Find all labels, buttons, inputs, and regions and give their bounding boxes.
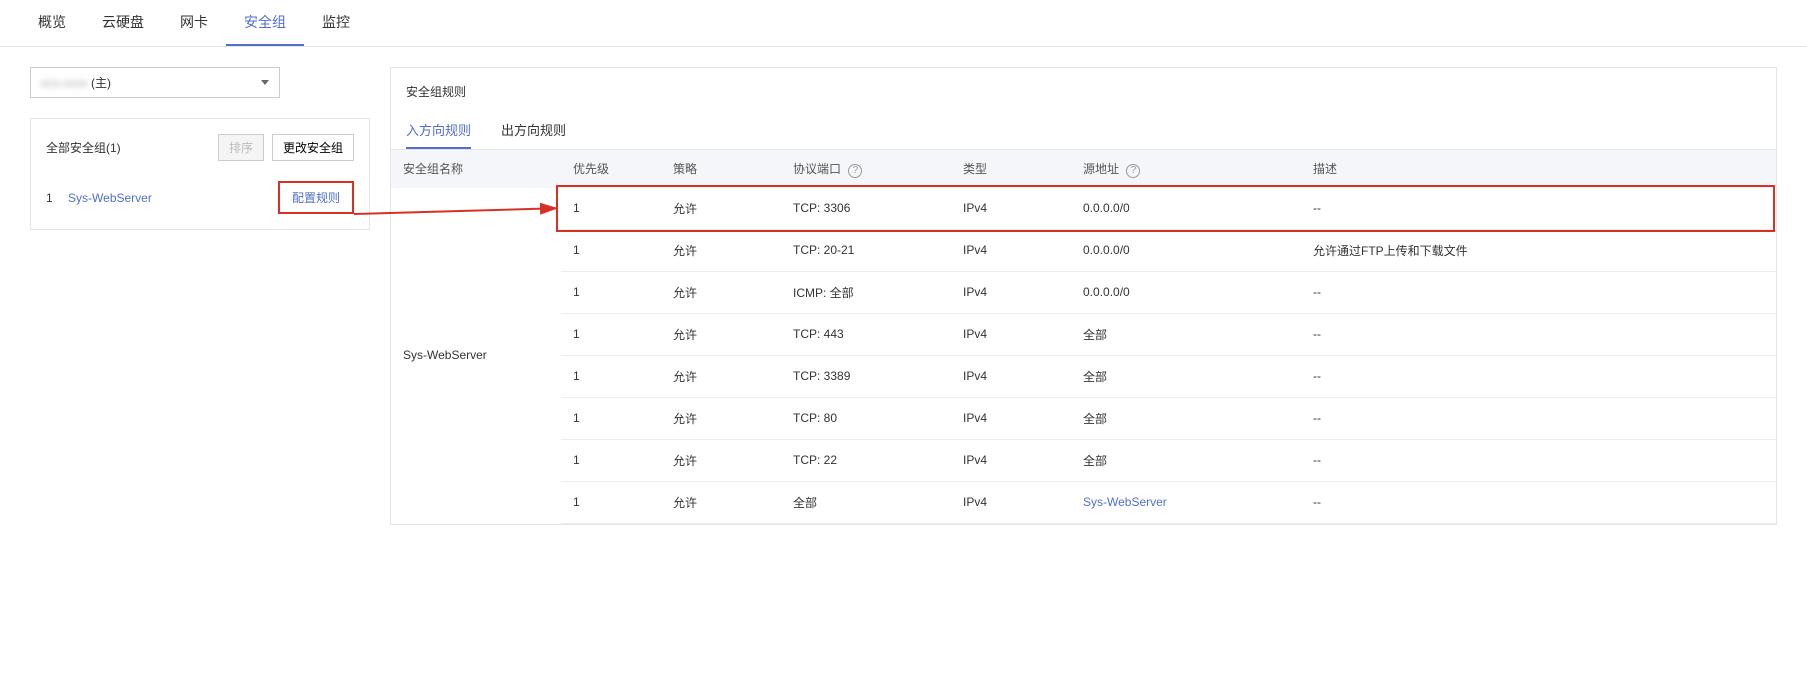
sg-list-item: 1 Sys-WebServer 配置规则 xyxy=(46,181,354,214)
tab-1[interactable]: 云硬盘 xyxy=(84,0,162,46)
cell-desc: -- xyxy=(1301,271,1776,313)
cell-desc: -- xyxy=(1301,481,1776,523)
col-sg-name: 安全组名称 xyxy=(391,150,561,188)
cell-priority: 1 xyxy=(561,271,661,313)
sg-panel-title: 全部安全组(1) xyxy=(46,139,121,156)
cell-port: TCP: 20-21 xyxy=(781,229,951,271)
cell-policy: 允许 xyxy=(661,355,781,397)
cell-desc: 允许通过FTP上传和下载文件 xyxy=(1301,229,1776,271)
table-row: 1允许TCP: 3389IPv4全部-- xyxy=(391,355,1776,397)
cell-port: TCP: 443 xyxy=(781,313,951,355)
cell-source: 全部 xyxy=(1071,439,1301,481)
cell-priority: 1 xyxy=(561,313,661,355)
cell-policy: 允许 xyxy=(661,229,781,271)
content-area: ecs-xxxx (主) 全部安全组(1) 排序 更改安全组 1 Sys-Web… xyxy=(0,47,1807,545)
cell-policy: 允许 xyxy=(661,271,781,313)
cell-priority: 1 xyxy=(561,481,661,523)
cell-desc: -- xyxy=(1301,313,1776,355)
sg-group-cell: Sys-WebServer xyxy=(391,188,561,524)
cell-source: 全部 xyxy=(1071,397,1301,439)
cell-source: 0.0.0.0/0 xyxy=(1071,271,1301,313)
sort-button: 排序 xyxy=(218,134,264,161)
cell-source: Sys-WebServer xyxy=(1071,481,1301,523)
col-desc: 描述 xyxy=(1301,150,1776,188)
cell-port: TCP: 3389 xyxy=(781,355,951,397)
chevron-down-icon xyxy=(261,80,269,85)
col-type: 类型 xyxy=(951,150,1071,188)
cell-type: IPv4 xyxy=(951,355,1071,397)
rule-tab-0[interactable]: 入方向规则 xyxy=(406,112,471,149)
cell-type: IPv4 xyxy=(951,313,1071,355)
cell-priority: 1 xyxy=(561,229,661,271)
change-sg-button[interactable]: 更改安全组 xyxy=(272,134,354,161)
table-row: Sys-WebServer1允许TCP: 3306IPv40.0.0.0/0-- xyxy=(391,188,1776,230)
cell-type: IPv4 xyxy=(951,188,1071,230)
cell-priority: 1 xyxy=(561,397,661,439)
instance-suffix: (主) xyxy=(91,76,111,90)
main-panel: 安全组规则 入方向规则出方向规则 安全组名称 优先级 策略 协议端口 ? 类型 … xyxy=(390,67,1777,525)
cell-type: IPv4 xyxy=(951,481,1071,523)
cell-type: IPv4 xyxy=(951,229,1071,271)
tab-4[interactable]: 监控 xyxy=(304,0,368,46)
cell-type: IPv4 xyxy=(951,397,1071,439)
sg-header: 全部安全组(1) 排序 更改安全组 xyxy=(46,134,354,161)
sidebar: ecs-xxxx (主) 全部安全组(1) 排序 更改安全组 1 Sys-Web… xyxy=(30,67,370,525)
cell-policy: 允许 xyxy=(661,481,781,523)
sg-name-link[interactable]: Sys-WebServer xyxy=(68,191,152,205)
cell-port: ICMP: 全部 xyxy=(781,271,951,313)
cell-desc: -- xyxy=(1301,397,1776,439)
col-policy: 策略 xyxy=(661,150,781,188)
cell-source: 全部 xyxy=(1071,355,1301,397)
instance-dropdown[interactable]: ecs-xxxx (主) xyxy=(30,67,280,98)
cell-desc: -- xyxy=(1301,355,1776,397)
source-link[interactable]: Sys-WebServer xyxy=(1083,495,1167,509)
cell-type: IPv4 xyxy=(951,271,1071,313)
security-group-panel: 全部安全组(1) 排序 更改安全组 1 Sys-WebServer 配置规则 xyxy=(30,118,370,230)
cell-port: TCP: 3306 xyxy=(781,188,951,230)
tab-3[interactable]: 安全组 xyxy=(226,0,304,46)
cell-port: TCP: 80 xyxy=(781,397,951,439)
tab-2[interactable]: 网卡 xyxy=(162,0,226,46)
cell-source: 全部 xyxy=(1071,313,1301,355)
tab-0[interactable]: 概览 xyxy=(20,0,84,46)
rule-tab-1[interactable]: 出方向规则 xyxy=(501,112,566,149)
cell-desc: -- xyxy=(1301,439,1776,481)
help-icon[interactable]: ? xyxy=(848,164,862,178)
table-row: 1允许TCP: 20-21IPv40.0.0.0/0允许通过FTP上传和下载文件 xyxy=(391,229,1776,271)
cell-source: 0.0.0.0/0 xyxy=(1071,229,1301,271)
cell-desc: -- xyxy=(1301,188,1776,230)
cell-type: IPv4 xyxy=(951,439,1071,481)
top-tabs: 概览云硬盘网卡安全组监控 xyxy=(0,0,1807,47)
help-icon[interactable]: ? xyxy=(1126,164,1140,178)
cell-port: TCP: 22 xyxy=(781,439,951,481)
cell-source: 0.0.0.0/0 xyxy=(1071,188,1301,230)
col-port: 协议端口 ? xyxy=(781,150,951,188)
instance-name-blur: ecs-xxxx xyxy=(41,76,88,90)
cell-policy: 允许 xyxy=(661,397,781,439)
cell-policy: 允许 xyxy=(661,439,781,481)
rules-title: 安全组规则 xyxy=(391,83,1776,112)
sg-index: 1 xyxy=(46,191,53,205)
table-header-row: 安全组名称 优先级 策略 协议端口 ? 类型 源地址 ? 描述 xyxy=(391,150,1776,188)
configure-rules-button[interactable]: 配置规则 xyxy=(278,181,354,214)
cell-priority: 1 xyxy=(561,439,661,481)
rules-table: 安全组名称 优先级 策略 协议端口 ? 类型 源地址 ? 描述 Sys-WebS… xyxy=(391,150,1776,524)
table-row: 1允许TCP: 80IPv4全部-- xyxy=(391,397,1776,439)
col-source: 源地址 ? xyxy=(1071,150,1301,188)
cell-priority: 1 xyxy=(561,355,661,397)
table-row: 1允许全部IPv4 Sys-WebServer -- xyxy=(391,481,1776,523)
table-row: 1允许ICMP: 全部IPv40.0.0.0/0-- xyxy=(391,271,1776,313)
cell-port: 全部 xyxy=(781,481,951,523)
cell-priority: 1 xyxy=(561,188,661,230)
cell-policy: 允许 xyxy=(661,313,781,355)
table-row: 1允许TCP: 443IPv4全部-- xyxy=(391,313,1776,355)
rule-direction-tabs: 入方向规则出方向规则 xyxy=(391,112,1776,150)
table-row: 1允许TCP: 22IPv4全部-- xyxy=(391,439,1776,481)
col-priority: 优先级 xyxy=(561,150,661,188)
cell-policy: 允许 xyxy=(661,188,781,230)
